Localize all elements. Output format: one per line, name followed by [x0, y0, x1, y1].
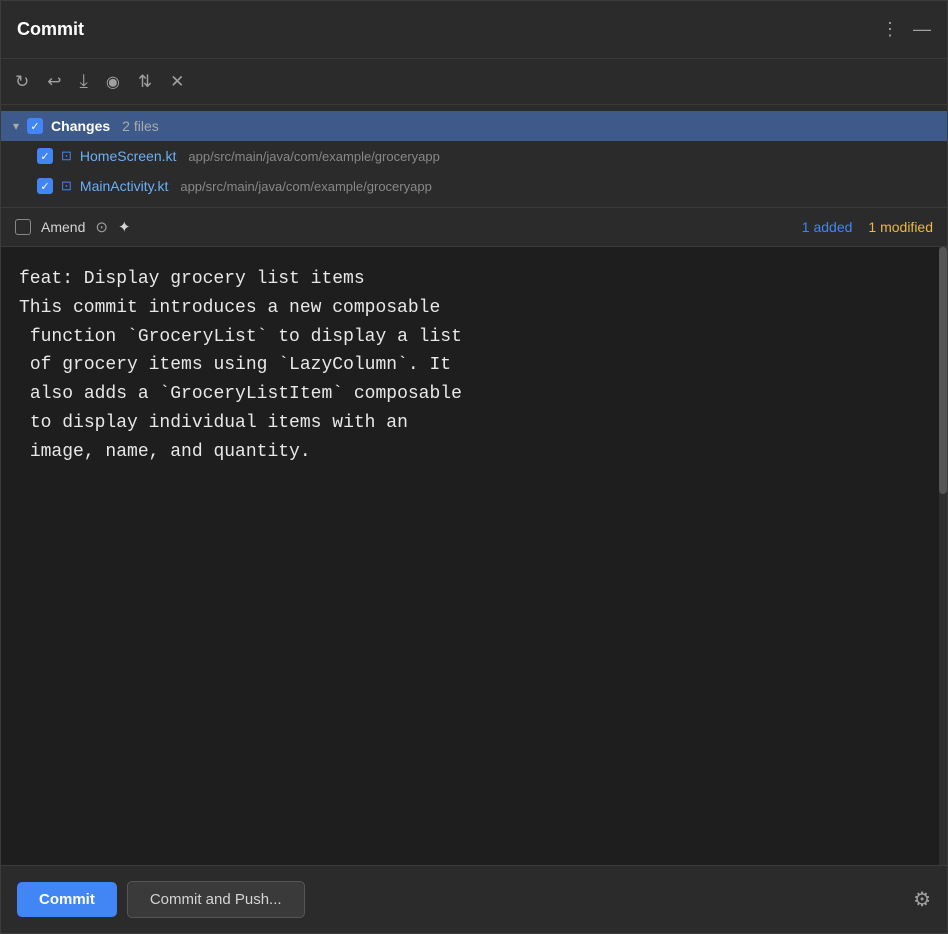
amend-label: Amend — [41, 219, 85, 235]
commit-window: Commit ⋮ — ↻ ↩ ⤓ ◉ ⇅ ✕ ▾ ✓ Changes 2 fil… — [0, 0, 948, 934]
group-label: Changes — [51, 118, 110, 134]
commit-button[interactable]: Commit — [17, 882, 117, 917]
settings-icon[interactable]: ⚙ — [913, 887, 931, 912]
amend-left: Amend ⊙ ✦ — [15, 218, 131, 236]
more-options-icon[interactable]: ⋮ — [881, 19, 899, 40]
file1-name: HomeScreen.kt — [80, 148, 176, 164]
undo-icon[interactable]: ↩ — [47, 72, 61, 92]
commit-body: This commit introduces a new composable … — [19, 298, 462, 462]
amend-bar: Amend ⊙ ✦ 1 added 1 modified — [1, 207, 947, 247]
title-bar: Commit ⋮ — — [1, 1, 947, 59]
amend-history-icon[interactable]: ⊙ — [95, 218, 108, 236]
file2-name: MainActivity.kt — [80, 178, 168, 194]
amend-add-icon[interactable]: ✦ — [118, 218, 131, 236]
download-icon[interactable]: ⤓ — [80, 71, 88, 93]
sort-icon[interactable]: ⇅ — [138, 72, 152, 92]
changes-group[interactable]: ▾ ✓ Changes 2 files — [1, 111, 947, 141]
file-tree: ▾ ✓ Changes 2 files ✓ ⊡ HomeScreen.kt ap… — [1, 105, 947, 207]
window-title: Commit — [17, 19, 84, 40]
toolbar: ↻ ↩ ⤓ ◉ ⇅ ✕ — [1, 59, 947, 105]
scrollbar-thumb[interactable] — [939, 247, 947, 494]
scrollbar[interactable] — [939, 247, 947, 865]
added-count: 1 added — [802, 219, 853, 235]
file1-path: app/src/main/java/com/example/groceryapp — [188, 149, 439, 164]
commit-push-button[interactable]: Commit and Push... — [127, 881, 305, 918]
group-chevron-icon: ▾ — [13, 119, 19, 133]
file1-checkbox[interactable]: ✓ — [37, 148, 53, 164]
modified-count: 1 modified — [868, 219, 933, 235]
file2-path: app/src/main/java/com/example/groceryapp — [180, 179, 431, 194]
group-count: 2 files — [122, 118, 159, 134]
title-bar-controls: ⋮ — — [881, 19, 931, 40]
group-checkbox[interactable]: ✓ — [27, 118, 43, 134]
amend-checkbox[interactable] — [15, 219, 31, 235]
amend-right: 1 added 1 modified — [802, 219, 933, 235]
file-item-homescreen[interactable]: ✓ ⊡ HomeScreen.kt app/src/main/java/com/… — [1, 141, 947, 171]
commit-message-area[interactable]: feat: Display grocery list items This co… — [1, 247, 947, 865]
file1-modified-icon: ⊡ — [61, 148, 72, 164]
file2-checkbox[interactable]: ✓ — [37, 178, 53, 194]
close-toolbar-icon[interactable]: ✕ — [170, 72, 184, 92]
minimize-icon[interactable]: — — [913, 19, 931, 40]
file-item-mainactivity[interactable]: ✓ ⊡ MainActivity.kt app/src/main/java/co… — [1, 171, 947, 201]
commit-message-text[interactable]: feat: Display grocery list items This co… — [19, 265, 929, 467]
refresh-icon[interactable]: ↻ — [15, 72, 29, 92]
action-bar-left: Commit Commit and Push... — [17, 881, 305, 918]
action-bar: Commit Commit and Push... ⚙ — [1, 865, 947, 933]
preview-icon[interactable]: ◉ — [106, 72, 120, 92]
file2-modified-icon: ⊡ — [61, 178, 72, 194]
commit-subject: feat: Display grocery list items — [19, 269, 365, 289]
